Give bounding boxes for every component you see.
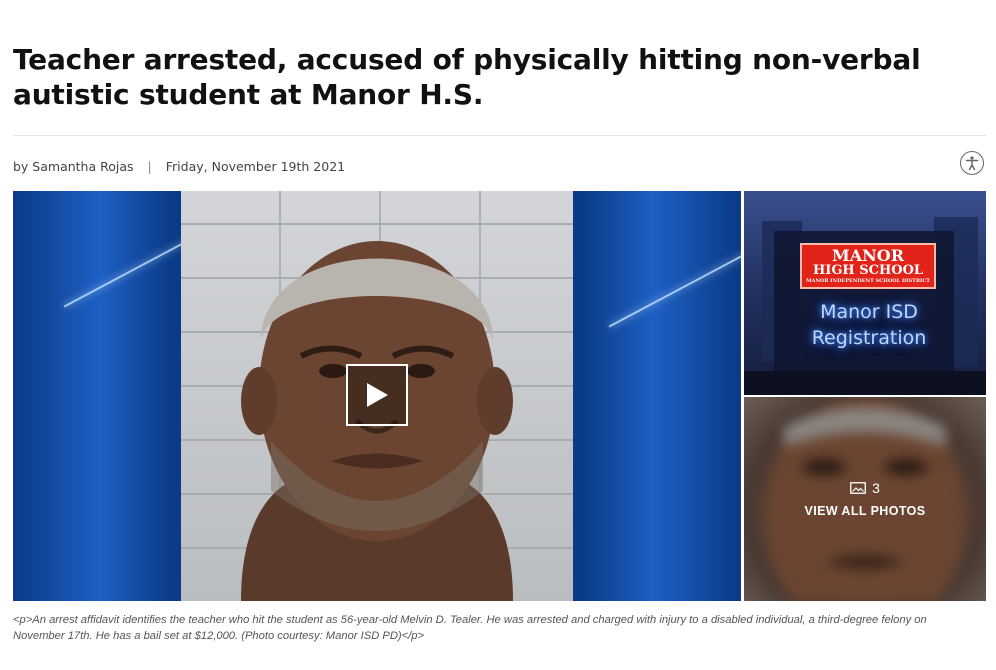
byline: by Samantha Rojas | Friday, November 19t… (13, 157, 345, 175)
led-display: Manor ISD Registration (784, 299, 954, 351)
byline-separator: | (147, 158, 152, 174)
school-sign: MANOR HIGH SCHOOL MANOR INDEPENDENT SCHO… (800, 243, 936, 289)
gallery-thumbnail-school-sign[interactable]: MANOR HIGH SCHOOL MANOR INDEPENDENT SCHO… (744, 191, 986, 395)
play-button[interactable] (346, 364, 408, 426)
publish-date: Friday, November 19th 2021 (165, 158, 346, 174)
video-player[interactable] (13, 191, 741, 601)
accessibility-icon[interactable] (960, 151, 984, 175)
photo-count-value: 3 (872, 480, 880, 496)
led-line-1: Manor ISD (820, 301, 918, 323)
view-all-photos-link[interactable]: VIEW ALL PHOTOS (804, 504, 925, 518)
divider (13, 135, 986, 136)
play-icon (367, 383, 388, 407)
article-headline: Teacher arrested, accused of physically … (13, 43, 921, 111)
photo-gallery: MANOR HIGH SCHOOL MANOR INDEPENDENT SCHO… (13, 191, 986, 601)
author-link[interactable]: by Samantha Rojas (13, 159, 134, 174)
sign-line-2: HIGH SCHOOL (812, 263, 924, 278)
photo-count: 3 (850, 480, 880, 496)
sign-line-3: MANOR INDEPENDENT SCHOOL DISTRICT (805, 278, 931, 284)
led-line-2: Registration (811, 327, 927, 349)
sign-line-1: MANOR (832, 246, 904, 265)
image-icon (850, 482, 866, 494)
gallery-thumbnail-view-all[interactable]: 3 VIEW ALL PHOTOS (744, 397, 986, 601)
photo-caption: <p>An arrest affidavit identifies the te… (13, 614, 927, 642)
